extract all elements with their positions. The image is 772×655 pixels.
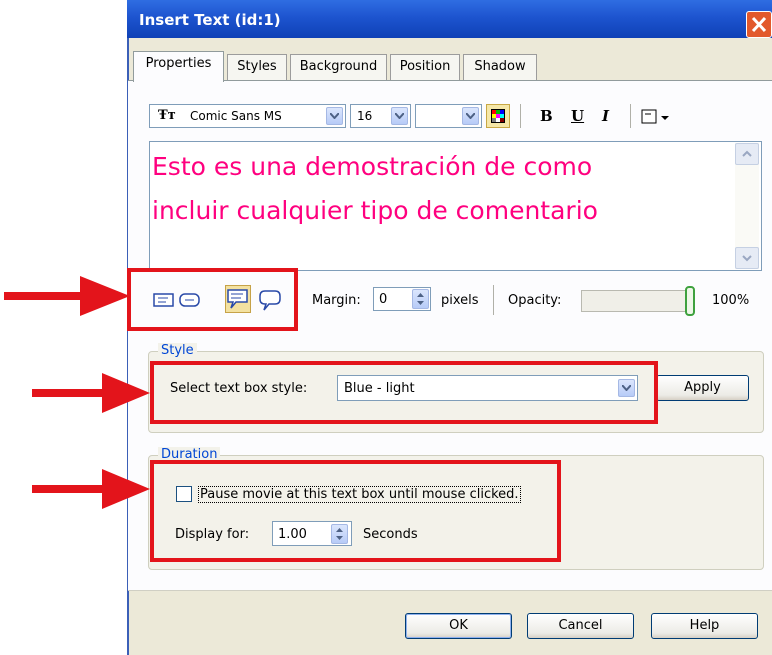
close-button[interactable] [746, 11, 772, 38]
arrow-right-icon [4, 276, 130, 316]
color-palette-icon [491, 109, 505, 123]
opacity-label: Opacity: [508, 293, 562, 308]
arrow-right-icon [32, 469, 150, 509]
chevron-down-icon[interactable] [326, 107, 343, 125]
separator [493, 285, 494, 315]
font-name-select[interactable]: Ŧᴛ Comic Sans MS [149, 104, 346, 128]
cancel-button[interactable]: Cancel [527, 613, 634, 639]
border-box-icon [641, 109, 669, 124]
tab-shadow[interactable]: Shadow [463, 54, 537, 80]
font-style-select[interactable] [415, 104, 482, 128]
chevron-down-icon[interactable] [462, 107, 479, 125]
color-picker-button[interactable] [486, 104, 510, 128]
opacity-value: 100% [712, 293, 750, 308]
toolbar-separator [520, 104, 521, 128]
margin-unit: pixels [441, 293, 479, 308]
chevron-up-icon [742, 150, 752, 157]
chevron-down-icon [742, 255, 752, 262]
spin-button[interactable] [412, 289, 429, 309]
annotation-box-shape-icons [127, 268, 298, 331]
margin-spinbox[interactable]: 0 [373, 287, 431, 311]
apply-button[interactable]: Apply [656, 375, 749, 401]
style-legend: Style [158, 343, 197, 358]
chevron-down-icon[interactable] [391, 107, 408, 125]
italic-button[interactable]: I [602, 107, 609, 125]
font-size-select[interactable]: 16 [350, 104, 411, 128]
text-editor-content[interactable]: Esto es una demostración de como incluir… [152, 145, 732, 233]
opacity-slider[interactable] [581, 290, 695, 312]
opacity-slider-thumb[interactable] [685, 286, 695, 316]
vertical-scrollbar[interactable] [735, 143, 759, 269]
arrow-right-icon [32, 373, 150, 413]
bold-button[interactable]: B [540, 107, 553, 125]
truetype-font-icon: Ŧᴛ [158, 108, 176, 123]
tab-background[interactable]: Background [290, 54, 387, 80]
border-style-button[interactable] [641, 108, 681, 126]
close-icon [751, 16, 767, 33]
margin-label: Margin: [312, 293, 361, 308]
button-separator [128, 590, 772, 591]
tab-styles[interactable]: Styles [227, 54, 287, 80]
tab-position[interactable]: Position [390, 54, 460, 80]
toolbar-separator [630, 104, 631, 128]
margin-value: 0 [379, 292, 388, 307]
window-title: Insert Text (id:1) [139, 11, 281, 29]
tab-properties[interactable]: Properties [133, 51, 224, 82]
spin-arrows-icon [417, 293, 424, 305]
scroll-up-button[interactable] [735, 143, 759, 165]
font-name-value: Comic Sans MS [190, 109, 282, 123]
ok-button[interactable]: OK [405, 613, 512, 639]
underline-button[interactable]: U [571, 107, 584, 125]
font-size-value: 16 [357, 109, 373, 123]
scroll-down-button[interactable] [735, 247, 759, 269]
annotation-box-style [150, 361, 658, 424]
annotation-box-duration [150, 460, 561, 562]
help-button[interactable]: Help [651, 613, 758, 639]
